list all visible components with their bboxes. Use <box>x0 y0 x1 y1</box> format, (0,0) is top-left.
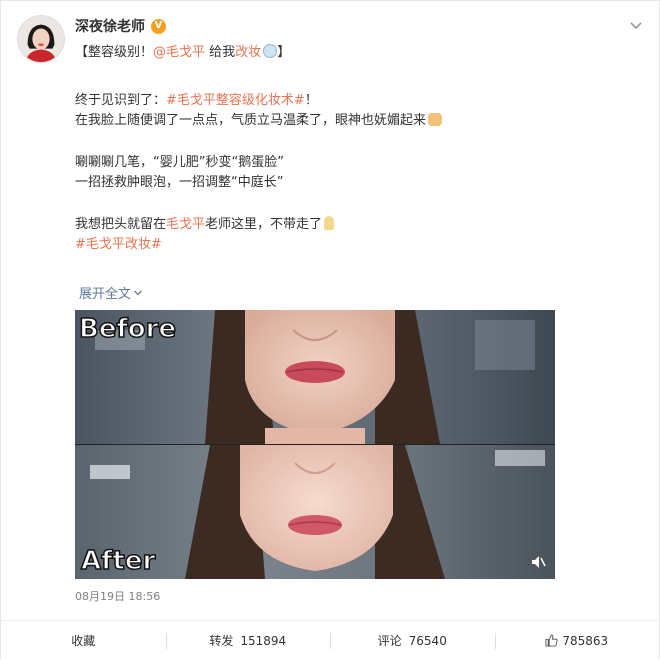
repost-count: 151894 <box>240 633 287 648</box>
headline-suffix: 】 <box>277 45 291 60</box>
headline-prefix: 【整容级别！ <box>75 45 154 60</box>
favorite-label: 收藏 <box>71 634 96 648</box>
after-label: After <box>80 545 156 577</box>
like-button[interactable]: 785863 <box>494 621 660 660</box>
expand-chevron-icon <box>134 290 142 295</box>
body-line-1: 终于见识到了：#毛戈平整容级化妆术#！ <box>75 93 318 108</box>
body-line-6: #毛戈平改妆# <box>75 235 635 255</box>
before-label: Before <box>78 313 177 345</box>
verified-badge-icon: V <box>151 18 166 34</box>
comment-count: 76540 <box>408 633 447 648</box>
action-bar: 收藏 转发 151894 评论 76540 785863 <box>1 620 659 660</box>
repost-button[interactable]: 转发 151894 <box>165 621 331 660</box>
comment-label: 评论 <box>377 634 402 648</box>
face-emoji-icon <box>263 44 278 58</box>
repost-label: 转发 <box>209 634 234 648</box>
mute-icon[interactable] <box>529 553 547 571</box>
body-line-2: 在我脸上随便调了一点点，气质立马温柔了，眼神也妩媚起来 <box>75 111 635 131</box>
expand-label[interactable]: 展开全文 <box>79 283 131 302</box>
body-line-3: 唰唰唰几笔，“婴儿肥”秒变“鹅蛋脸” <box>75 155 284 170</box>
chevron-down-icon[interactable] <box>627 17 645 35</box>
avatar-image <box>18 16 64 62</box>
comment-button[interactable]: 评论 76540 <box>330 621 495 660</box>
username-row: 深夜徐老师 V <box>75 15 166 37</box>
body-line-5: 我想把头就留在毛戈平老师这里，不带走了 <box>75 215 635 235</box>
post-timestamp[interactable]: 08月19日 18:56 <box>75 588 160 604</box>
thumbs-up-icon <box>545 634 558 647</box>
post-headline: 【整容级别！@毛戈平 给我改妆 】 <box>75 41 290 60</box>
author-name[interactable]: 深夜徐老师 <box>75 16 145 36</box>
before-panel: Before <box>75 310 555 444</box>
headline-mid: 给我 <box>205 45 236 60</box>
favorite-button[interactable]: 收藏 <box>1 621 166 660</box>
post-header: 深夜徐老师 V 【整容级别！@毛戈平 给我改妆 】 <box>17 11 645 71</box>
body-line-4: 一招拯救肿眼泡，一招调整“中庭长” <box>75 175 284 190</box>
hashtag-link-2[interactable]: #毛戈平改妆# <box>75 237 162 252</box>
mention-link[interactable]: @毛戈平 <box>153 45 205 60</box>
cat-emoji-icon <box>428 113 443 126</box>
person-emoji-icon <box>324 216 335 230</box>
makeover-link[interactable]: 改妆 <box>235 45 261 60</box>
avatar[interactable] <box>17 15 65 63</box>
expand-full-text[interactable]: 展开全文 <box>79 283 143 302</box>
mention-link-2[interactable]: 毛戈平 <box>166 217 205 232</box>
after-panel: After <box>75 445 555 579</box>
like-count: 785863 <box>562 633 609 648</box>
hashtag-link[interactable]: #毛戈平整容级化妆术# <box>166 93 305 108</box>
post-body: 终于见识到了：#毛戈平整容级化妆术#！ 在我脸上随便调了一点点，气质立马温柔了，… <box>75 91 635 255</box>
video-player[interactable]: Before After <box>75 310 555 579</box>
weibo-post: 深夜徐老师 V 【整容级别！@毛戈平 给我改妆 】 终于见识到了：#毛戈平整容级化… <box>0 0 660 660</box>
